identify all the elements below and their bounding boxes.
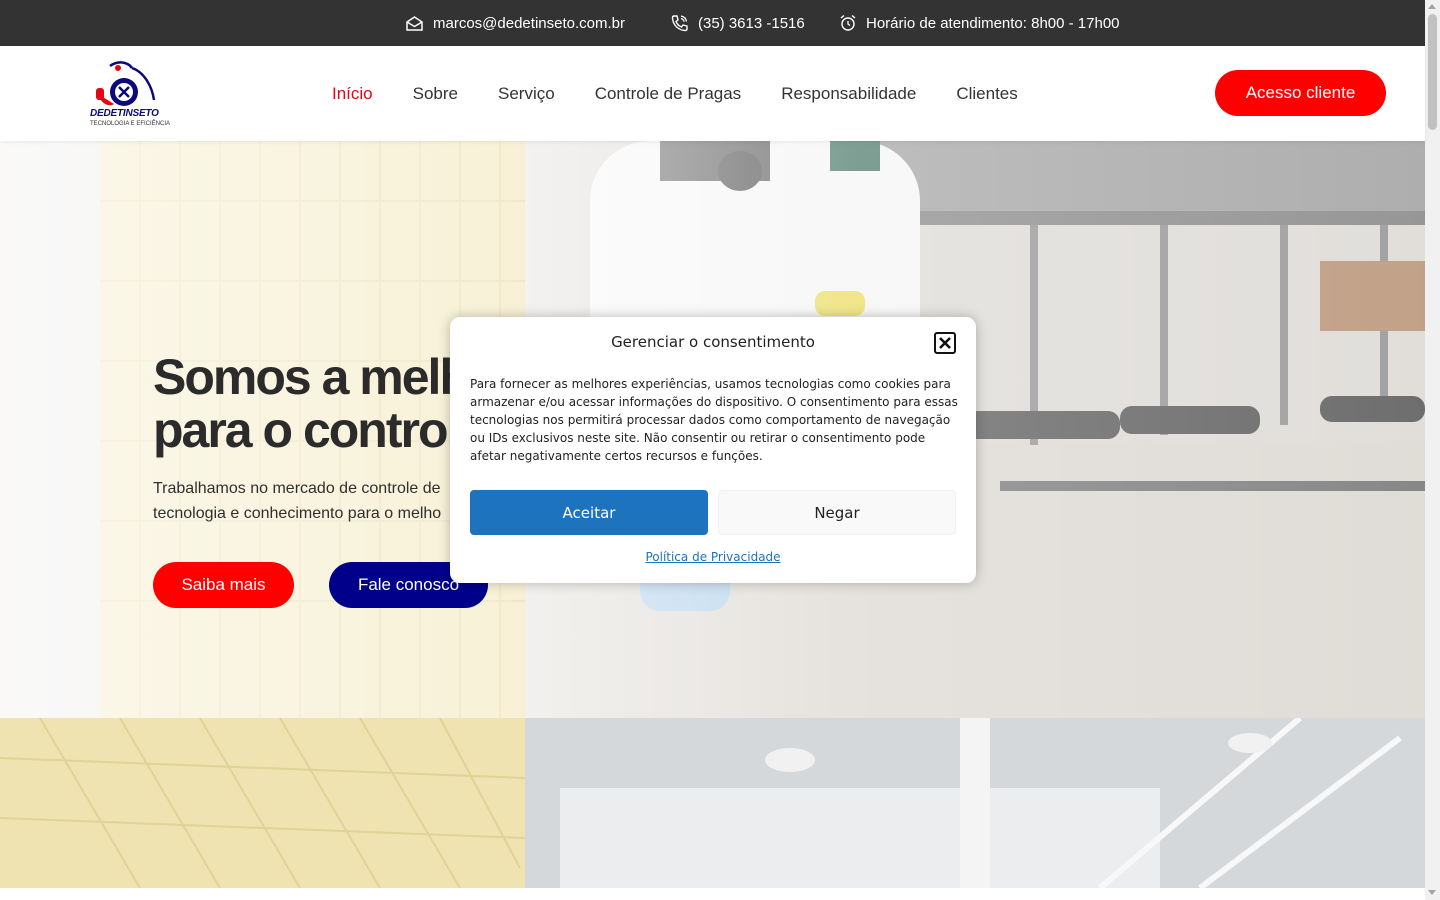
deny-button[interactable]: Negar — [718, 490, 956, 535]
nav-item-servico[interactable]: Serviço — [498, 84, 555, 104]
hero-headline-line1: Somos a melh — [153, 349, 470, 405]
envelope-icon — [405, 15, 424, 32]
secondary-section — [0, 718, 1425, 888]
main-nav: Início Sobre Serviço Controle de Pragas … — [332, 46, 1018, 141]
hours-text: Horário de atendimento: 8h00 - 17h00 — [866, 14, 1120, 32]
hero-description-line2: tecnologia e conhecimento para o melho — [153, 505, 442, 522]
phone-text: (35) 3613 -1516 — [698, 14, 805, 32]
nav-item-responsabilidade[interactable]: Responsabilidade — [781, 84, 916, 104]
consent-title: Gerenciar o consentimento — [611, 333, 815, 351]
scroll-down-arrow-icon[interactable] — [1428, 890, 1436, 895]
consent-body: Para fornecer as melhores experiências, … — [470, 377, 958, 463]
hero-headline-line2: para o control — [153, 402, 460, 458]
cookie-consent-modal: Gerenciar o consentimento Para fornecer … — [450, 317, 976, 583]
privacy-policy-link[interactable]: Política de Privacidade — [450, 550, 976, 564]
scroll-up-arrow-icon[interactable] — [1428, 4, 1436, 9]
client-access-button[interactable]: Acesso cliente — [1215, 70, 1386, 116]
phone-icon — [670, 14, 689, 32]
nav-item-sobre[interactable]: Sobre — [413, 84, 458, 104]
nav-item-inicio[interactable]: Início — [332, 84, 373, 104]
alarm-clock-icon — [839, 14, 857, 32]
learn-more-button[interactable]: Saiba mais — [153, 562, 294, 608]
warehouse-background-image — [0, 718, 1425, 888]
main-header: DEDETINSETO TECNOLOGIA E EFICIÊNCIA Iníc… — [0, 46, 1425, 141]
email-text: marcos@dedetinseto.com.br — [433, 14, 625, 32]
hours-info: Horário de atendimento: 8h00 - 17h00 — [839, 0, 1120, 46]
top-contact-bar: marcos@dedetinseto.com.br (35) 3613 -151… — [0, 0, 1425, 46]
page-scrollbar[interactable] — [1425, 0, 1440, 900]
logo-tagline: TECNOLOGIA E EFICIÊNCIA — [90, 121, 171, 127]
nav-item-controle-de-pragas[interactable]: Controle de Pragas — [595, 84, 741, 104]
accept-button[interactable]: Aceitar — [470, 490, 708, 535]
hero-description: Trabalhamos no mercado de controle de te… — [153, 476, 483, 526]
email-contact[interactable]: marcos@dedetinseto.com.br — [405, 0, 625, 46]
nav-item-clientes[interactable]: Clientes — [956, 84, 1017, 104]
scrollbar-thumb[interactable] — [1428, 14, 1437, 130]
logo-wordmark: DEDETINSETO — [90, 108, 159, 119]
close-icon[interactable] — [934, 332, 956, 354]
hero-description-line1: Trabalhamos no mercado de controle de — [153, 480, 441, 497]
phone-contact[interactable]: (35) 3613 -1516 — [670, 0, 805, 46]
